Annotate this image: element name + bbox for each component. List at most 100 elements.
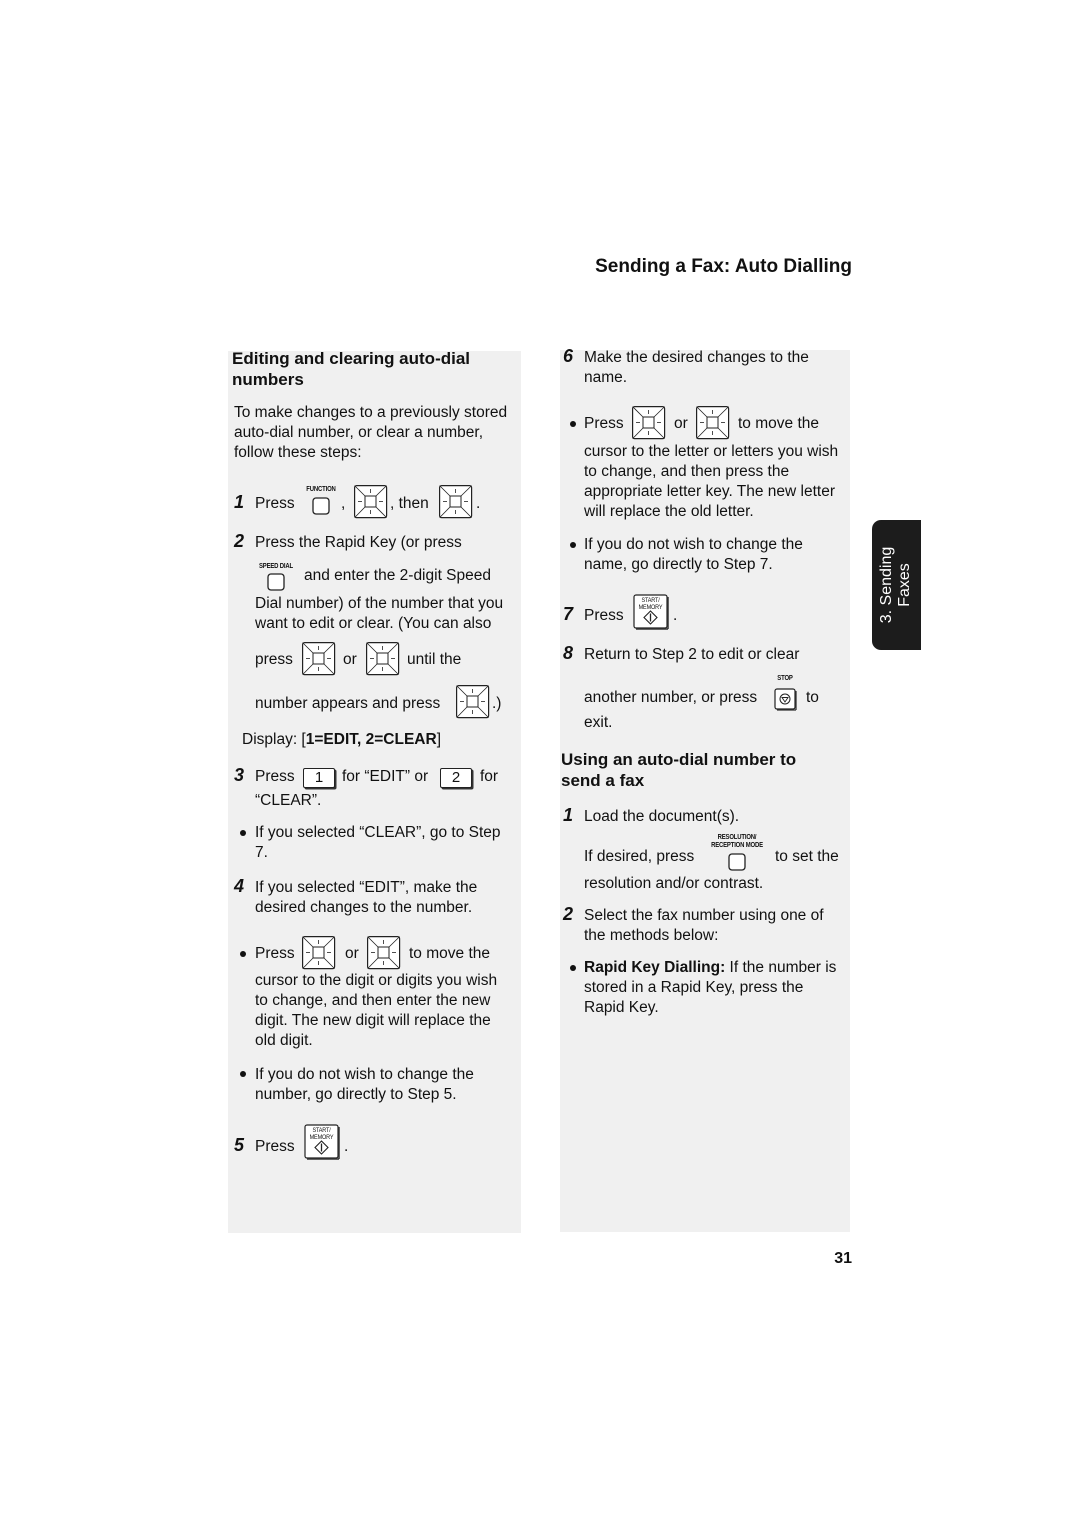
- bullet-icon: [240, 1071, 246, 1077]
- nav-left-key-icon: [632, 406, 666, 440]
- text-line: If you do not wish to change the: [584, 536, 803, 553]
- heading-line: Editing and clearing auto-dial: [232, 349, 471, 368]
- period-text: .: [344, 1138, 349, 1155]
- text-line: name, go directly to Step 7.: [584, 556, 773, 573]
- or-text: or: [343, 651, 357, 668]
- bold-term: Rapid Key Dialling:: [584, 959, 726, 976]
- step-text: Press the Rapid Key (or press: [255, 534, 462, 551]
- speed-dial-key-icon: [267, 573, 287, 593]
- nav-right-key-icon: [696, 406, 730, 440]
- text-line: Make the desired changes to the: [584, 349, 809, 366]
- start-memory-key-icon: START/ MEMORY: [304, 1124, 340, 1160]
- display-suffix: ]: [436, 731, 441, 748]
- text-line: If you selected “CLEAR”, go to Step: [255, 824, 501, 841]
- bullet-icon: [570, 421, 576, 427]
- step-text: to move the: [409, 945, 490, 962]
- step-text: Select the fax number using one of the m…: [584, 906, 824, 946]
- step-text: “CLEAR”.: [255, 792, 322, 809]
- step-number: 4: [234, 876, 245, 896]
- bullet-text: cursor to the digit or digits you wish t…: [255, 971, 497, 1051]
- text-line: number, go directly to Step 5.: [255, 1086, 457, 1103]
- step-number: 1: [563, 805, 574, 825]
- chapter-tab-label: 3. Sending Faxes: [872, 520, 921, 650]
- heading-line: send a fax: [561, 771, 645, 790]
- step-text: If desired, press: [584, 848, 695, 865]
- step-text: to move the: [738, 415, 819, 432]
- key-label-line: RECEPTION MODE: [711, 842, 763, 849]
- nav-left-key-icon: [302, 936, 336, 970]
- text-line: If you do not wish to change the: [255, 1066, 474, 1083]
- key-label-line: MEMORY: [638, 603, 663, 611]
- heading-line: numbers: [232, 370, 304, 389]
- text-line: digit. The new digit will replace the: [255, 1012, 491, 1029]
- nav-right-key-icon: [367, 936, 401, 970]
- bullet-icon: [570, 965, 576, 971]
- step-text: If you selected “EDIT”, make the desired…: [255, 878, 477, 918]
- text-line: name.: [584, 369, 628, 386]
- step-text: Press: [584, 607, 624, 624]
- step-text: Press: [584, 415, 624, 432]
- step-text: want to edit or clear. (You can also: [255, 615, 492, 632]
- start-memory-key-icon: START/ MEMORY: [633, 594, 669, 630]
- step-text: .): [492, 695, 502, 712]
- text-line: Rapid Key.: [584, 999, 659, 1016]
- step-number: 2: [563, 904, 574, 924]
- text-span: If the number is: [725, 959, 837, 976]
- text-line: If you selected “EDIT”, make the: [255, 879, 478, 896]
- step-text: number appears and press: [255, 695, 441, 712]
- step-text: and enter the 2-digit Speed: [304, 567, 491, 584]
- step-text: Load the document(s).: [584, 808, 740, 825]
- text-line: auto-dial number, or clear a number,: [234, 424, 483, 441]
- section-heading-using: Using an auto-dial number to send a fax: [561, 749, 796, 791]
- step-text: for: [480, 768, 499, 785]
- step-number: 3: [234, 765, 245, 785]
- step-text: Dial number) of the number that you: [255, 595, 504, 612]
- key-label-line: RESOLUTION/: [717, 834, 757, 841]
- step-text: to: [806, 689, 819, 706]
- nav-down-key-icon: [366, 642, 400, 676]
- display-prefix: Display: [: [242, 731, 306, 748]
- text-line: follow these steps:: [234, 444, 362, 461]
- key-label: FUNCTION: [306, 486, 336, 493]
- text-line: will replace the old letter.: [584, 503, 754, 520]
- text-line: stored in a Rapid Key, press the: [584, 979, 804, 996]
- heading-line: Using an auto-dial number to: [561, 750, 797, 769]
- text-line: to change, and then press the: [584, 463, 790, 480]
- or-text: or: [345, 945, 359, 962]
- display-readout: Display: [1=EDIT, 2=CLEAR]: [242, 730, 441, 750]
- step-text: Press: [255, 495, 295, 512]
- chapter-side-tab: 3. Sending Faxes: [872, 520, 921, 650]
- text-line: cursor to the digit or digits you wish: [255, 972, 498, 989]
- bullet-icon: [240, 830, 246, 836]
- bullet-text: Rapid Key Dialling: If the number is sto…: [584, 958, 836, 1018]
- bullet-text: cursor to the letter or letters you wish…: [584, 442, 838, 522]
- period-text: .: [476, 495, 481, 512]
- bullet-icon: [570, 542, 576, 548]
- bullet-text: If you do not wish to change the number,…: [255, 1065, 474, 1105]
- bullet-text: If you selected “CLEAR”, go to Step 7.: [255, 823, 501, 863]
- step-text: Press: [255, 945, 295, 962]
- text-line: desired changes to the number.: [255, 899, 473, 916]
- nav-up-key-icon: [302, 642, 336, 676]
- bullet-icon: [240, 951, 246, 957]
- page-title: Sending a Fax: Auto Dialling: [595, 256, 852, 277]
- or-text: or: [674, 415, 688, 432]
- nav-right-key-icon: [456, 685, 490, 719]
- text-line: appropriate letter key. The new letter: [584, 483, 836, 500]
- text-line: Rapid Key Dialling: If the number is: [584, 958, 836, 978]
- key-label: RESOLUTION/ RECEPTION MODE: [703, 834, 771, 850]
- key-label: SPEED DIAL: [258, 563, 293, 570]
- step-number: 1: [234, 492, 245, 512]
- tab-line: 3. Sending: [878, 546, 895, 624]
- step-number: 5: [234, 1135, 245, 1155]
- text-line: Select the fax number using one of: [584, 907, 824, 924]
- text-line: to change, and then enter the new: [255, 992, 491, 1009]
- step-text: to set the: [775, 848, 839, 865]
- key-label-line: MEMORY: [309, 1133, 334, 1141]
- function-key-icon: [312, 497, 332, 517]
- step-text: until the: [407, 651, 462, 668]
- step-text: press: [255, 651, 293, 668]
- page-number: 31: [834, 1250, 852, 1267]
- key-1-icon: 1: [303, 768, 335, 788]
- then-text: , then: [390, 495, 429, 512]
